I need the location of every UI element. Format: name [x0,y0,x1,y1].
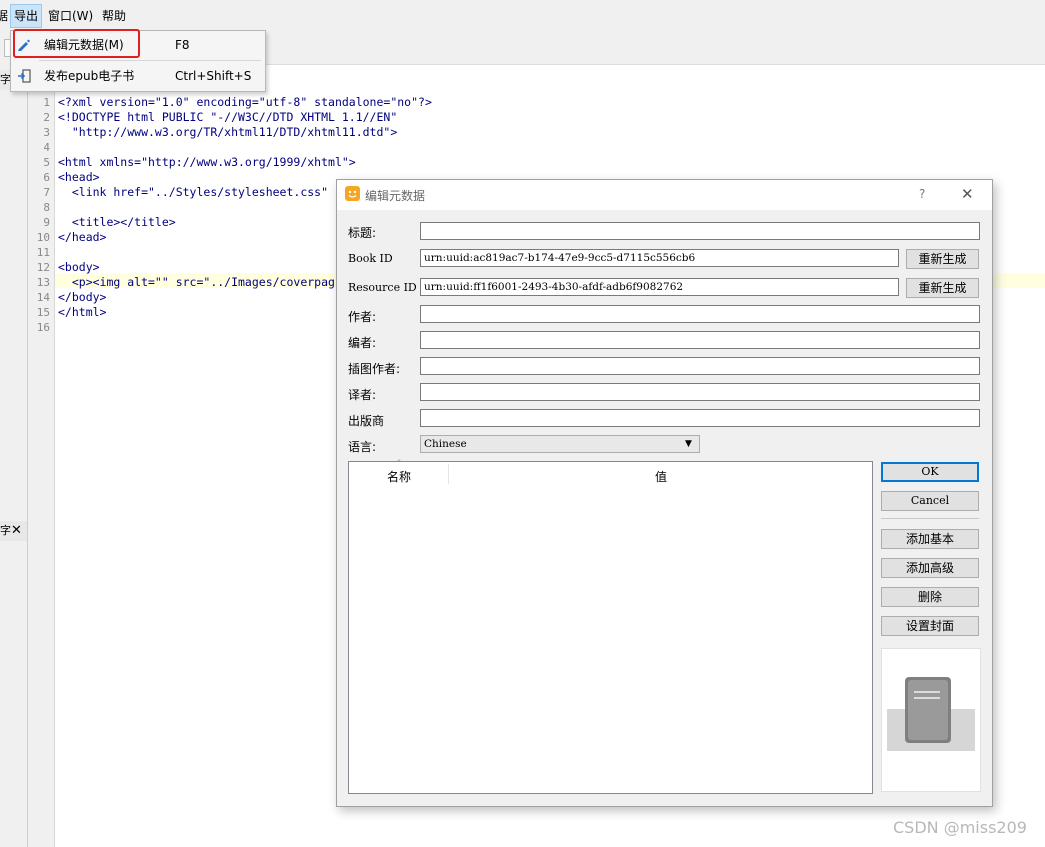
ok-button[interactable]: OK [881,462,979,482]
line-number: 16 [36,321,50,334]
line-number: 1 [43,96,50,109]
highlight-annotation [13,29,140,58]
menu-item-shortcut: Ctrl+Shift+S [175,69,252,83]
sort-indicator-icon: ^ [396,459,402,467]
resource-id-label: Resource ID [348,281,417,294]
code-line: <?xml version="1.0" encoding="utf-8" sta… [58,95,432,109]
book-id-label: Book ID [348,252,393,265]
edit-metadata-dialog: 编辑元数据 ? ✕ 标题: Book ID urn:uuid:ac819ac7-… [336,179,993,807]
line-number: 15 [36,306,50,319]
dialog-title: 编辑元数据 [365,189,426,203]
editor-label: 编者: [348,336,377,350]
code-line: <title></title> [58,215,176,229]
code-line: "http://www.w3.org/TR/xhtml11/DTD/xhtml1… [58,125,398,139]
code-line: <body> [58,260,100,274]
button-separator [881,518,979,519]
table-header: 名称 值 ^ [349,459,872,486]
code-line: <!DOCTYPE html PUBLIC "-//W3C//DTD XHTML… [58,110,398,124]
code-line: </head> [58,230,107,244]
dialog-titlebar: 编辑元数据 ? ✕ [337,180,992,210]
menu-separator [39,60,261,61]
set-cover-button[interactable]: 设置封面 [881,616,979,636]
publisher-label: 出版商 [348,414,385,428]
line-number: 11 [36,246,50,259]
app-icon [345,186,360,201]
delete-button[interactable]: 删除 [881,587,979,607]
line-number: 14 [36,291,50,304]
add-basic-button[interactable]: 添加基本 [881,529,979,549]
left-dock-panel: 字 字 ✕ [0,64,28,847]
title-label: 标题: [348,226,377,240]
line-number: 10 [36,231,50,244]
title-field[interactable] [420,222,980,240]
author-label: 作者: [348,310,377,324]
code-line: </body> [58,290,107,304]
help-button[interactable]: ? [919,187,925,201]
code-line: <link href="../Styles/stylesheet.css" [58,185,329,199]
metadata-table[interactable]: 名称 值 ^ [348,459,873,794]
illustrator-label: 插图作者: [348,362,401,376]
menu-item-publish-epub[interactable]: 发布epub电子书 Ctrl+Shift+S [11,62,265,90]
language-select[interactable]: Chinese ▼ [420,435,700,453]
line-number: 13 [36,276,50,289]
line-number-gutter: 1 2 3 4 5 6 7 8 9 10 11 12 13 14 15 16 [28,92,55,847]
resource-id-field[interactable]: urn:uuid:ff1f6001-2493-4b30-afdf-adb6f90… [420,278,899,296]
cancel-button[interactable]: Cancel [881,491,979,511]
menu-item-shortcut: F8 [175,38,190,52]
illustrator-field[interactable] [420,357,980,375]
menu-item-label: 发布epub电子书 [44,69,135,83]
chevron-down-icon: ▼ [685,439,692,449]
menu-item-partial[interactable]: 据 [0,5,8,27]
line-number: 9 [43,216,50,229]
column-divider [448,464,449,484]
publish-icon [18,69,31,83]
line-number: 7 [43,186,50,199]
publisher-field[interactable] [420,409,980,427]
dock-title-bottom: 字 ✕ [0,521,27,541]
close-button[interactable]: ✕ [961,185,974,203]
regenerate-resource-id-button[interactable]: 重新生成 [906,278,979,298]
line-number: 3 [43,126,50,139]
line-number: 2 [43,111,50,124]
line-number: 6 [43,171,50,184]
code-line: <p><img alt="" src="../Images/coverpag [58,275,335,289]
author-field[interactable] [420,305,980,323]
language-value: Chinese [424,438,467,450]
dock-close-icon[interactable]: ✕ [11,521,22,541]
watermark-text: CSDN @miss209 [893,818,1027,837]
editor-field[interactable] [420,331,980,349]
dock-title-text-bottom: 字 [0,524,11,537]
language-label: 语言: [348,440,377,454]
line-number: 8 [43,201,50,214]
column-header-name[interactable]: 名称 [387,468,411,485]
regenerate-book-id-button[interactable]: 重新生成 [906,249,979,269]
translator-field[interactable] [420,383,980,401]
cover-preview [881,648,981,792]
code-line: </html> [58,305,107,319]
line-number: 5 [43,156,50,169]
book-id-field[interactable]: urn:uuid:ac819ac7-b174-47e9-9cc5-d7115c5… [420,249,899,267]
translator-label: 译者: [348,388,377,402]
line-number: 12 [36,261,50,274]
code-line: <head> [58,170,100,184]
menu-window[interactable]: 窗口(W) [48,5,93,27]
menu-help[interactable]: 帮助 [102,5,126,27]
book-cover-icon [887,677,975,751]
menu-export[interactable]: 导出 [10,4,43,28]
code-line: <html xmlns="http://www.w3.org/1999/xhtm… [58,155,356,169]
line-number: 4 [43,141,50,154]
menubar: 据 导出 窗口(W) 帮助 [0,0,1045,31]
column-header-value[interactable]: 值 [655,468,667,485]
add-advanced-button[interactable]: 添加高级 [881,558,979,578]
